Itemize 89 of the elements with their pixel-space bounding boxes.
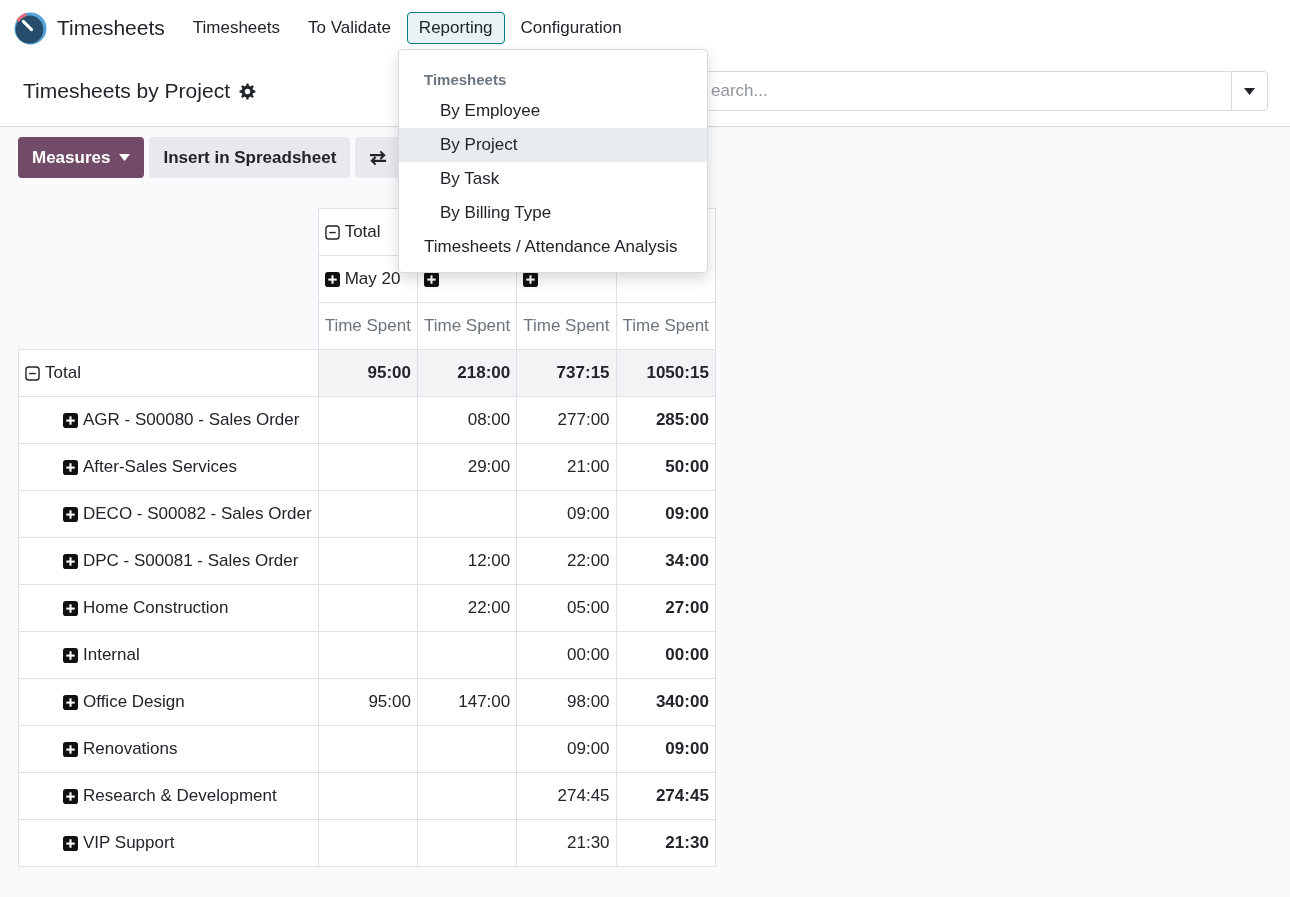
row-label: DECO - S00082 - Sales Order [83, 504, 312, 524]
table-cell: 09:00 [616, 490, 716, 538]
measure-header: Time Spent [318, 302, 418, 350]
row-header[interactable]: DECO - S00082 - Sales Order [18, 490, 319, 538]
table-cell: 00:00 [516, 631, 617, 679]
app-name: Timesheets [57, 16, 165, 40]
row-label: Renovations [83, 739, 178, 759]
table-cell: 27:00 [616, 584, 716, 632]
menu-item[interactable]: By Task [399, 162, 707, 196]
table-cell: 21:30 [516, 819, 617, 867]
expand-icon[interactable] [63, 647, 78, 663]
menu-item[interactable]: To Validate [296, 12, 403, 44]
row-header[interactable]: After-Sales Services [18, 443, 319, 491]
search-options-button[interactable] [1231, 71, 1268, 111]
header-label: May 20 [344, 269, 401, 289]
table-cell: 737:15 [516, 349, 617, 397]
menu-item[interactable]: Reporting [406, 12, 505, 44]
table-cell: 218:00 [417, 349, 517, 397]
row-header[interactable]: Office Design [18, 678, 319, 726]
table-cell: 277:00 [516, 396, 617, 444]
menu-item[interactable]: Configuration [508, 12, 634, 44]
expand-icon[interactable] [324, 271, 340, 287]
menu-item[interactable]: By Project [399, 128, 707, 162]
measures-button[interactable]: Measures [18, 137, 145, 178]
row-header[interactable]: Internal [18, 631, 319, 679]
table-cell: 340:00 [616, 678, 716, 726]
caret-icon [1244, 87, 1255, 95]
expand-icon[interactable] [63, 788, 78, 804]
table-cell: 50:00 [616, 443, 716, 491]
expand-icon[interactable] [63, 741, 78, 757]
measure-header: Time Spent [516, 302, 617, 350]
menu-item[interactable]: Timesheets [180, 12, 292, 44]
table-cell: 09:00 [516, 725, 617, 773]
measure-header: Time Spent [417, 302, 517, 350]
row-header[interactable]: Research & Development [18, 772, 319, 820]
table-cell: 34:00 [616, 537, 716, 585]
table-cell: 08:00 [417, 396, 517, 444]
table-cell: 274:45 [516, 772, 617, 820]
row-header[interactable]: AGR - S00080 - Sales Order [18, 396, 319, 444]
table-cell: 29:00 [417, 443, 517, 491]
table-cell: 98:00 [516, 678, 617, 726]
table-cell: 95:00 [318, 349, 418, 397]
row-label: Office Design [83, 692, 185, 712]
table-cell: 21:00 [516, 443, 617, 491]
row-header[interactable]: Renovations [18, 725, 319, 773]
expand-icon[interactable] [63, 553, 78, 569]
collapse-icon[interactable] [324, 224, 340, 240]
row-label: AGR - S00080 - Sales Order [83, 410, 300, 430]
table-cell: 95:00 [318, 678, 418, 726]
settings-icon[interactable] [238, 82, 256, 100]
table-cell: 22:00 [516, 537, 617, 585]
row-label: Internal [83, 645, 140, 665]
expand-icon[interactable] [63, 412, 78, 428]
table-cell: 22:00 [417, 584, 517, 632]
table-cell: 00:00 [616, 631, 716, 679]
expand-icon[interactable] [63, 459, 78, 475]
measure-header: Time Spent [616, 302, 716, 350]
caret-icon [119, 154, 131, 161]
table-cell: 285:00 [616, 396, 716, 444]
header-label: Total [344, 222, 381, 242]
swap-arrows-icon [369, 149, 388, 166]
row-header[interactable]: Total [18, 349, 319, 397]
row-label: Home Construction [83, 598, 229, 618]
expand-icon[interactable] [63, 694, 78, 710]
expand-icon[interactable] [63, 600, 78, 616]
table-cell: 274:45 [616, 772, 716, 820]
row-header[interactable]: Home Construction [18, 584, 319, 632]
collapse-icon[interactable] [25, 365, 40, 381]
row-header[interactable]: DPC - S00081 - Sales Order [18, 537, 319, 585]
table-cell: 09:00 [516, 490, 617, 538]
row-label: After-Sales Services [83, 457, 237, 477]
menu-section-header: Timesheets [423, 71, 508, 90]
page-title: Timesheets by Project [23, 79, 230, 103]
expand-icon[interactable] [63, 835, 78, 851]
row-label: Research & Development [83, 786, 277, 806]
table-cell: 12:00 [417, 537, 517, 585]
table-cell: 09:00 [616, 725, 716, 773]
expand-icon[interactable] [63, 506, 78, 522]
row-label: VIP Support [83, 833, 175, 853]
table-cell: 21:30 [616, 819, 716, 867]
menu-item[interactable]: By Billing Type [399, 196, 707, 230]
row-header[interactable]: VIP Support [18, 819, 319, 867]
table-cell: 147:00 [417, 678, 517, 726]
table-cell: 05:00 [516, 584, 617, 632]
table-cell: 1050:15 [616, 349, 716, 397]
toolbar-button[interactable]: Insert in Spreadsheet [149, 137, 351, 178]
app-logo-icon[interactable] [14, 11, 47, 45]
row-label: DPC - S00081 - Sales Order [83, 551, 299, 571]
row-label: Total [45, 363, 81, 383]
